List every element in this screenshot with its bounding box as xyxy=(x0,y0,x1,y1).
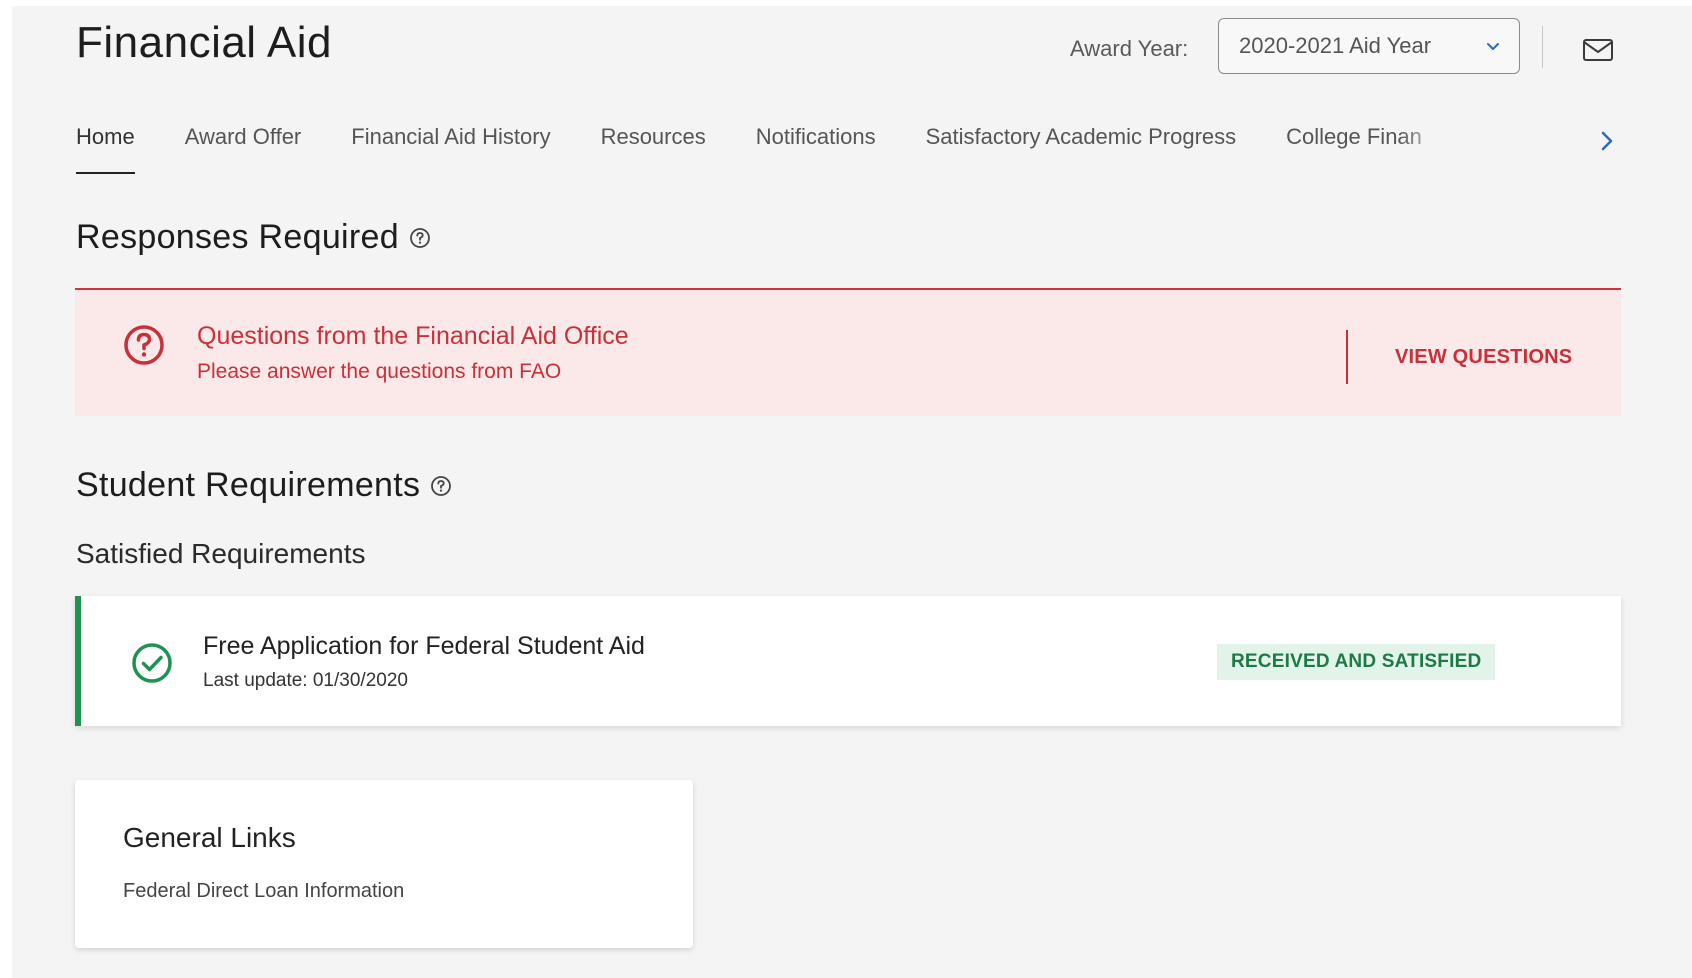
student-requirements-heading: Student Requirements xyxy=(76,466,452,505)
tab-satisfactory-academic-progress[interactable]: Satisfactory Academic Progress xyxy=(926,124,1237,174)
chevron-right-icon[interactable] xyxy=(1598,130,1616,152)
view-questions-button[interactable]: VIEW QUESTIONS xyxy=(1395,346,1572,369)
page-title: Financial Aid xyxy=(76,18,332,67)
award-year-label: Award Year: xyxy=(1070,36,1189,61)
alert-title: Questions from the Financial Aid Office xyxy=(197,322,629,350)
question-circle-icon xyxy=(124,325,164,365)
alert-subtitle: Please answer the questions from FAO xyxy=(197,360,562,383)
general-links-card: General Links Federal Direct Loan Inform… xyxy=(75,780,693,948)
help-icon[interactable] xyxy=(409,227,431,249)
mail-icon[interactable] xyxy=(1582,38,1614,62)
student-requirements-title: Student Requirements xyxy=(76,466,421,504)
award-year-select[interactable]: 2020-2021 Aid Year xyxy=(1218,18,1520,74)
chevron-down-icon xyxy=(1487,43,1499,50)
requirement-updated: Last update: 01/30/2020 xyxy=(203,670,408,691)
award-year-value: 2020-2021 Aid Year xyxy=(1239,33,1432,58)
responses-required-title: Responses Required xyxy=(76,218,399,256)
tab-financial-aid-history[interactable]: Financial Aid History xyxy=(351,124,550,174)
tab-resources[interactable]: Resources xyxy=(601,124,706,174)
tab-bar: Home Award Offer Financial Aid History R… xyxy=(76,124,1692,174)
check-circle-icon xyxy=(132,643,172,683)
requirement-title: Free Application for Federal Student Aid xyxy=(203,632,645,660)
header-divider xyxy=(1542,26,1543,68)
faq-questions-alert: Questions from the Financial Aid Office … xyxy=(75,288,1621,416)
alert-divider xyxy=(1346,330,1348,384)
requirement-card[interactable]: Free Application for Federal Student Aid… xyxy=(75,596,1621,726)
tab-home[interactable]: Home xyxy=(76,124,135,174)
tab-college-financing[interactable]: College Finan xyxy=(1286,124,1448,174)
responses-required-heading: Responses Required xyxy=(76,218,431,257)
tab-award-offer[interactable]: Award Offer xyxy=(185,124,302,174)
financial-aid-page: Financial Aid Award Year: 2020-2021 Aid … xyxy=(12,6,1692,978)
tab-notifications[interactable]: Notifications xyxy=(756,124,876,174)
general-links-title: General Links xyxy=(123,822,296,853)
status-badge: RECEIVED AND SATISFIED xyxy=(1217,644,1496,680)
help-icon[interactable] xyxy=(430,475,452,497)
satisfied-requirements-heading: Satisfied Requirements xyxy=(76,538,366,569)
federal-direct-loan-link[interactable]: Federal Direct Loan Information xyxy=(123,880,404,903)
